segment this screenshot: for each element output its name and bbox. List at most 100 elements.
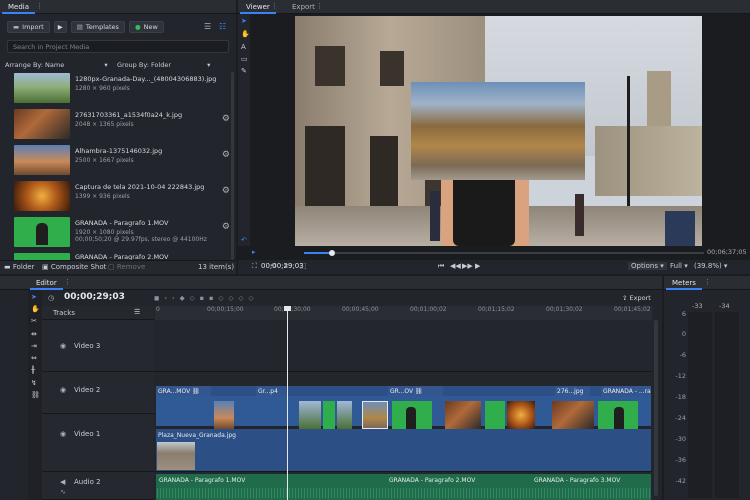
track-header-audio-2[interactable]: ◀ Audio 2 ∿ [42, 472, 154, 500]
gear-icon[interactable]: ⚙ [222, 114, 230, 124]
link-tool-icon[interactable]: ⛓ [31, 391, 40, 399]
snap-icon[interactable]: ⛶ [252, 262, 257, 271]
track-lane-video-3[interactable] [155, 320, 652, 372]
media-item[interactable]: Captura de tela 2021-10-04 222843.jpg 13… [14, 179, 236, 213]
timeline-ruler[interactable]: 0 00;00;15;00 00;00;30;00 00;00;45;00 00… [155, 306, 652, 320]
viewer-playhead[interactable] [329, 250, 335, 256]
text-tool-icon[interactable]: A [241, 43, 246, 51]
next-icon[interactable]: › [172, 294, 175, 302]
gear-icon[interactable]: ⚙ [222, 150, 230, 160]
track-lane-video-1[interactable]: Plaza_Nueva_Granada.jpg [155, 429, 652, 472]
diamond-icon[interactable]: ◇ [218, 294, 223, 302]
end-timecode: 00;06;37;05 [707, 248, 747, 256]
media-item-meta: 1280 × 960 pixels [75, 85, 130, 92]
eye-icon[interactable]: ◉ [60, 342, 66, 350]
panel-menu-icon[interactable]: ⋮ [316, 2, 323, 10]
media-scrollbar[interactable] [231, 72, 234, 260]
tab-editor[interactable]: Editor [30, 276, 63, 290]
viewer-scrubber-row: ▸ 00;06;37;05 [252, 248, 747, 258]
tab-meters[interactable]: Meters [666, 276, 702, 290]
loop-icon[interactable]: ⟲ [270, 262, 276, 270]
presenter-overlay[interactable] [441, 180, 529, 246]
ruler-tick: 0 [156, 306, 160, 313]
clip-label-text: Plaza_Nueva_Granada.jpg [158, 432, 236, 439]
templates-button[interactable]: ▤ Templates [70, 21, 125, 33]
eye-icon[interactable]: ◉ [60, 430, 66, 438]
search-input[interactable]: Search in Project Media [7, 40, 229, 53]
gear-icon[interactable]: ⚙ [222, 222, 230, 232]
prev-icon[interactable]: ‹ [164, 294, 167, 302]
waveform-icon[interactable]: ∿ [60, 488, 66, 496]
mask-tool-icon[interactable]: ✎ [241, 67, 247, 75]
arrange-by-dropdown[interactable]: Arrange By: Name ▾ [5, 61, 108, 69]
fit-icon[interactable]: ⬚ [300, 262, 307, 270]
media-item[interactable]: GRANADA - Paragrafo 1.MOV 1920 × 1080 pi… [14, 215, 236, 249]
roll-tool-icon[interactable]: ⇔ [31, 354, 37, 362]
out-icon[interactable]: ▪ [209, 294, 213, 302]
tab-media[interactable]: Media [2, 0, 36, 14]
panel-menu-icon[interactable]: ⋮ [271, 2, 278, 10]
rate-tool-icon[interactable]: ╫ [31, 366, 35, 374]
razor-tool-icon[interactable]: ✂ [31, 317, 37, 325]
meter-scale: -30 [675, 435, 686, 443]
go-start-icon[interactable]: ⏮ [438, 262, 444, 271]
undo-icon[interactable]: ↶ [241, 236, 247, 244]
panel-menu-icon[interactable]: ⋮ [36, 2, 43, 10]
folder-button[interactable]: ▬ Folder [4, 263, 35, 271]
media-item[interactable]: 1280px-Granada-Day..._(48004306883).jpg … [14, 71, 236, 105]
video-frame[interactable] [295, 16, 702, 246]
play-icon[interactable]: ▶ [475, 262, 480, 270]
snap-tool-icon[interactable]: ↯ [31, 379, 37, 387]
add-keyframe-icon[interactable]: ◇ [190, 294, 195, 302]
hand-tool-icon[interactable]: ✋ [241, 30, 250, 38]
crop-icon[interactable]: ⌗ [284, 262, 288, 271]
editor-panel: Editor ⋮ ➤ ✋ ✂ ⇹ ⇥ ⇔ ╫ ↯ ⛓ ◷ 00;00;29;03… [0, 276, 662, 500]
import-button[interactable]: ▬ Import [7, 21, 50, 33]
prev-frame-icon[interactable]: ◀◀ [450, 262, 461, 270]
diamond-icon[interactable]: ◇ [248, 294, 253, 302]
gear-icon[interactable]: ⚙ [222, 186, 230, 196]
zoom-dropdown[interactable]: (39.8%) ▾ [694, 262, 727, 270]
options-dropdown[interactable]: Options ▾ [628, 262, 667, 270]
overlay-image[interactable] [411, 82, 585, 180]
eye-icon[interactable]: ◉ [60, 386, 66, 394]
export-button[interactable]: ⇪ Export [622, 294, 651, 302]
remove-button[interactable]: ▢ Remove [108, 263, 145, 271]
ripple-tool-icon[interactable]: ⇥ [31, 342, 37, 350]
track-lane-audio-2[interactable]: GRANADA - Paragrafo 1.MOV GRANADA - Para… [155, 472, 652, 500]
track-header-video-2[interactable]: ◉ Video 2 [42, 372, 154, 414]
timeline-scrollbar[interactable] [654, 320, 658, 496]
next-frame-icon[interactable]: ▶▶ [462, 262, 473, 270]
select-tool-icon[interactable]: ➤ [31, 293, 37, 301]
list-view-icon[interactable]: ☰ [204, 22, 211, 31]
keyframe-icon[interactable]: ◆ [180, 294, 185, 302]
hand-tool-icon[interactable]: ✋ [31, 305, 40, 313]
diamond-icon[interactable]: ◇ [228, 294, 233, 302]
in-icon[interactable]: ▪ [200, 294, 204, 302]
media-item[interactable]: 27631703361_a1534f0a24_k.jpg 2048 × 1365… [14, 107, 236, 141]
mark-in-icon[interactable]: ▸ [252, 248, 256, 256]
media-item[interactable]: Alhambra-1375146032.jpg 2500 × 1667 pixe… [14, 143, 236, 177]
select-tool-icon[interactable]: ➤ [241, 17, 247, 25]
slip-tool-icon[interactable]: ⇹ [31, 330, 37, 338]
quality-dropdown[interactable]: Full ▾ [670, 262, 688, 270]
viewer-scrub-track[interactable] [304, 250, 704, 256]
panel-menu-icon[interactable]: ⋮ [64, 278, 71, 286]
panel-menu-icon[interactable]: ⋮ [704, 278, 711, 286]
marker-icon[interactable]: ◼ [154, 294, 159, 302]
import-arrow-button[interactable]: ▶ [53, 21, 67, 33]
track-header-video-3[interactable]: ◉ Video 3 [42, 320, 154, 372]
crop-tool-icon[interactable]: ▭ [241, 55, 248, 63]
clip-label: Plaza_Nueva_Granada.jpg [156, 430, 356, 441]
grid-view-icon[interactable]: ☷ [219, 22, 226, 31]
group-by-dropdown[interactable]: Group By: Folder ▾ [117, 61, 210, 69]
track-header-video-1[interactable]: ◉ Video 1 [42, 414, 154, 472]
composite-shot-button[interactable]: ▣ Composite Shot [42, 263, 106, 271]
playhead-handle[interactable] [284, 306, 291, 311]
timeline-playhead[interactable] [287, 306, 288, 500]
new-button[interactable]: ● New [128, 21, 164, 33]
clip-label-text: Gr...p4 [258, 388, 278, 395]
tracks-menu-icon[interactable]: ☰ [134, 308, 140, 316]
diamond-icon[interactable]: ◇ [238, 294, 243, 302]
speaker-icon[interactable]: ◀ [60, 478, 65, 486]
